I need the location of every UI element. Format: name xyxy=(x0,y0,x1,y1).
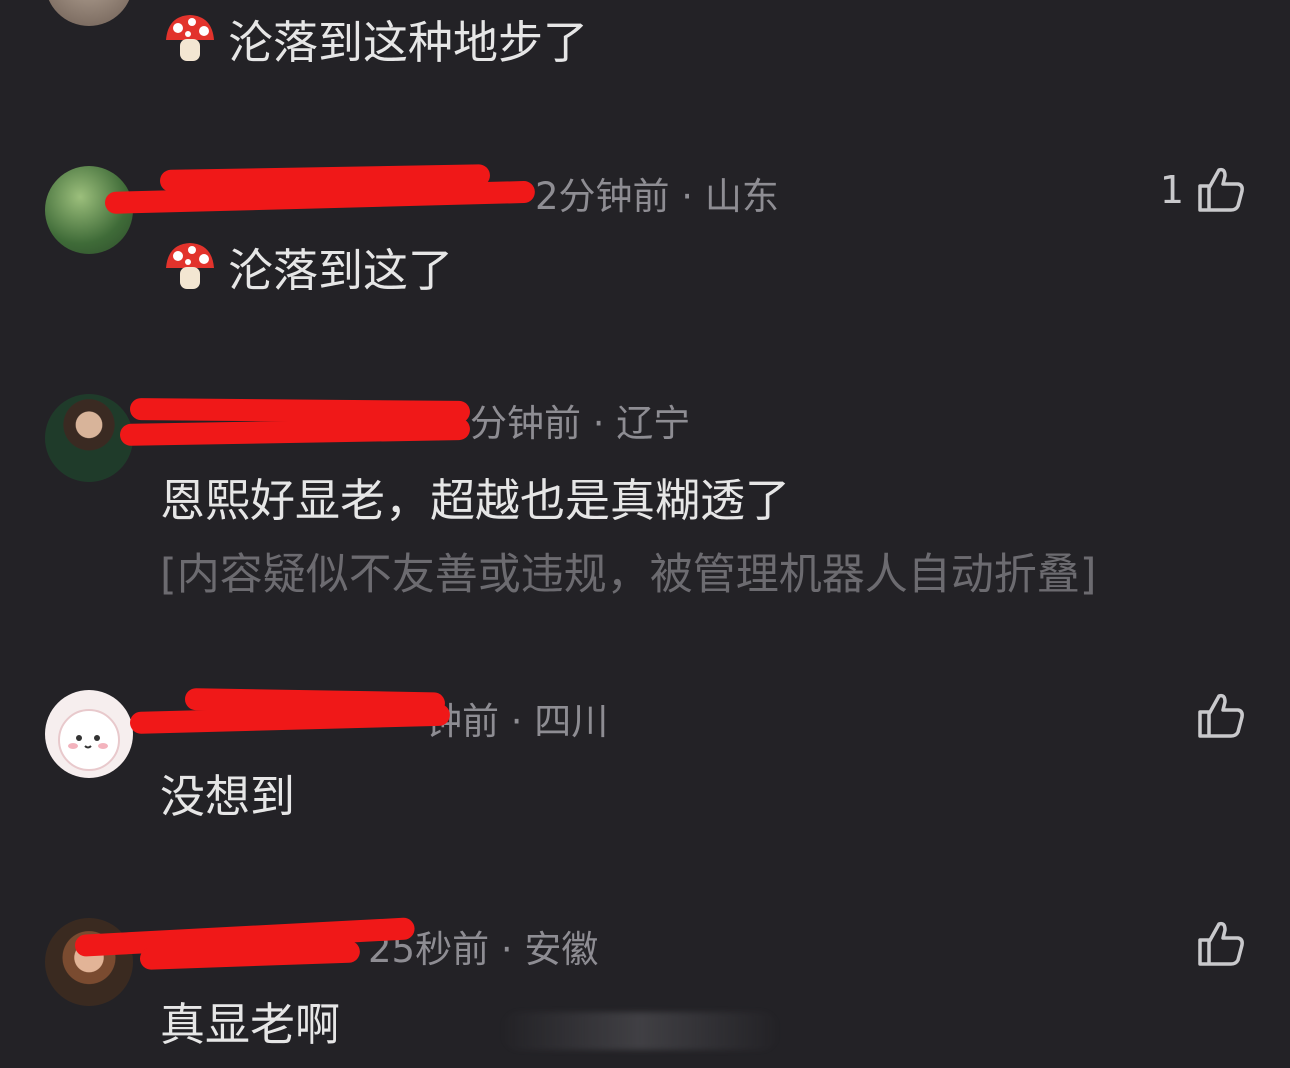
comment-text-content: 没想到 xyxy=(160,769,296,823)
comment-text: 恩熙好显老，超越也是真糊透了 xyxy=(160,466,791,527)
avatar-illustration xyxy=(58,709,120,771)
mushroom-icon xyxy=(160,238,220,294)
comment-text-content: 沦落到这了 xyxy=(228,243,454,297)
avatar[interactable] xyxy=(45,0,133,26)
comment-text-content: 沦落到这种地步了 xyxy=(228,15,589,69)
comment-text: 真显老啊 xyxy=(160,990,341,1051)
comment-text: 沦落到这了 xyxy=(160,236,454,297)
like-count: 1 xyxy=(1159,168,1184,212)
watermark-blur xyxy=(500,1012,780,1050)
avatar[interactable] xyxy=(45,918,133,1006)
mushroom-icon xyxy=(160,10,220,66)
time-location: 分钟前 · 辽宁 xyxy=(470,402,691,445)
time-location: 钟前 · 四川 xyxy=(425,700,609,743)
comment-text: 没想到 xyxy=(160,762,296,823)
comment-text-content: 真显老啊 xyxy=(160,997,341,1051)
comment-meta: 分钟前 · 辽宁 xyxy=(470,392,690,448)
thumbs-up-icon xyxy=(1198,921,1244,966)
redaction-mark xyxy=(119,417,471,446)
comment-meta: 钟前 · 四川 xyxy=(425,690,608,746)
comment-text: 沦落到这种地步了 xyxy=(160,8,589,69)
time-location: 2分钟前 · 山东 xyxy=(535,175,779,218)
avatar[interactable] xyxy=(45,690,133,778)
folded-notice: [内容疑似不友善或违规，被管理机器人自动折叠] xyxy=(160,550,1097,600)
comment-text-content: 恩熙好显老，超越也是真糊透了 xyxy=(160,473,791,527)
like-button[interactable]: 1 xyxy=(1160,164,1246,216)
redaction-mark xyxy=(129,703,451,734)
like-button[interactable] xyxy=(1194,690,1246,742)
thumbs-up-icon xyxy=(1198,167,1244,212)
comment-meta: 2分钟前 · 山东 xyxy=(535,165,779,221)
thumbs-up-icon xyxy=(1198,693,1244,738)
like-button[interactable] xyxy=(1194,918,1246,970)
